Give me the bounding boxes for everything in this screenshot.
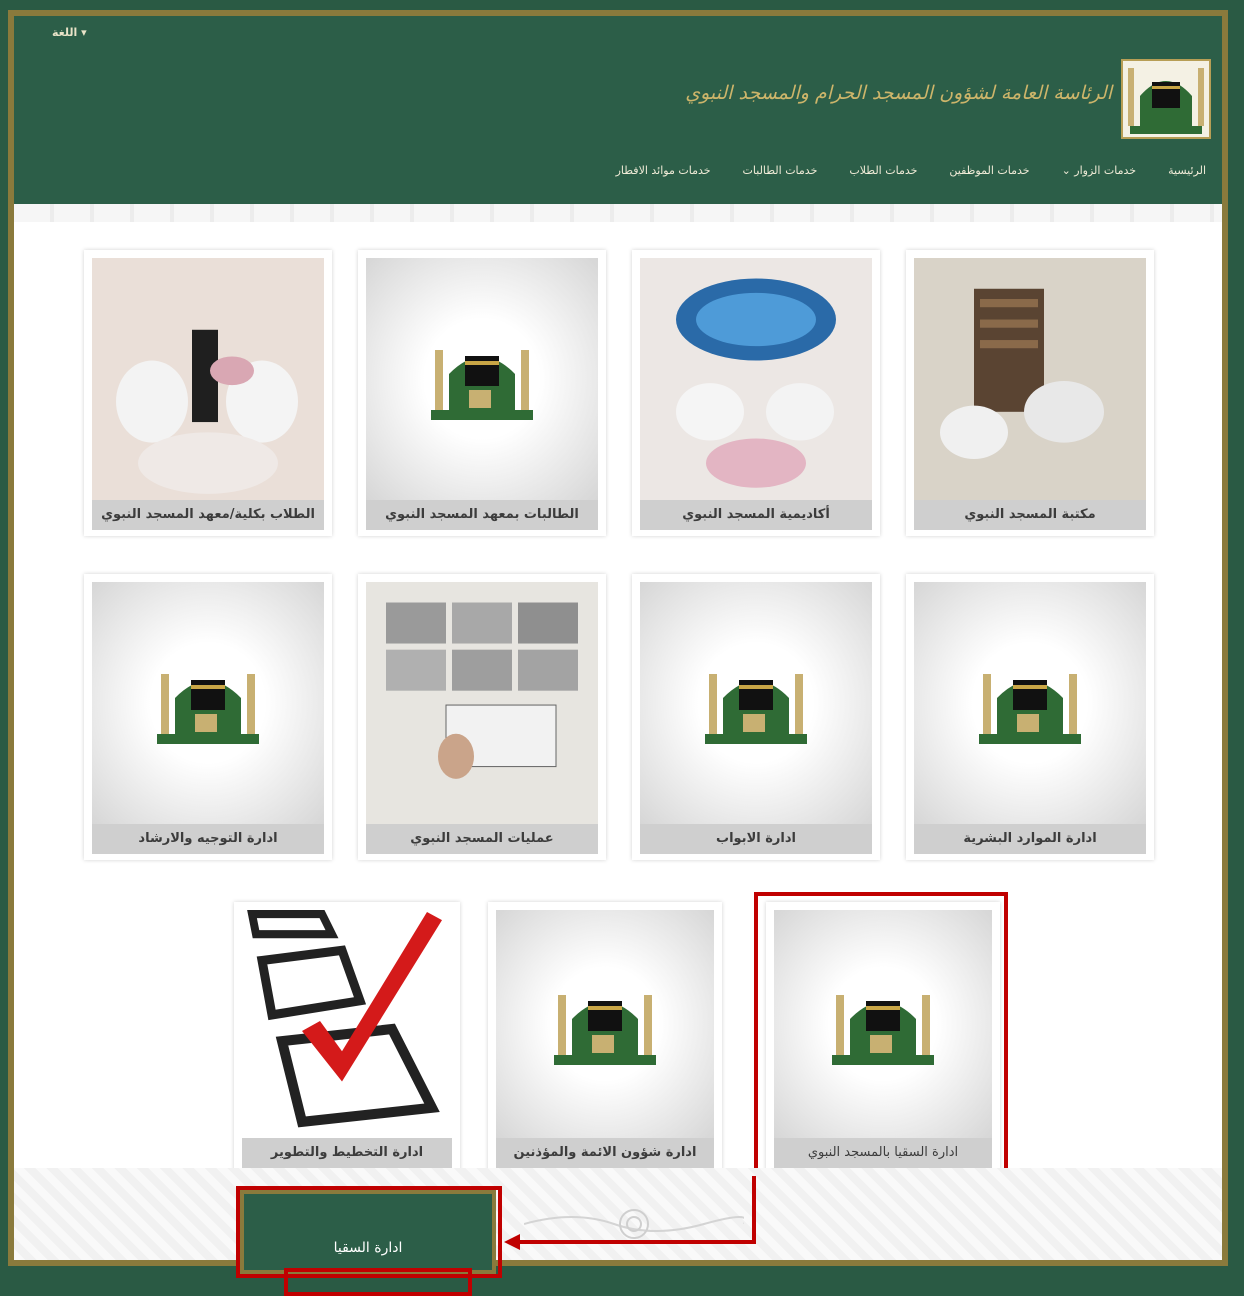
library-photo — [914, 258, 1146, 500]
popup-item-label[interactable]: ادارة السقيا — [244, 1240, 492, 1256]
card-male-students-college[interactable]: الطلاب بكلية/معهد المسجد النبوي — [84, 250, 332, 536]
card-caption: الطلاب بكلية/معهد المسجد النبوي — [92, 500, 324, 530]
card-caption: ادارة الموارد البشرية — [914, 824, 1146, 854]
site-header: اللغة ▾ الرئاسة العامة لشؤون المسجد الحر… — [14, 16, 1222, 204]
card-image — [640, 258, 872, 500]
popup-item-highlight — [284, 1268, 472, 1296]
nav-student-services[interactable]: خدمات الطلاب — [849, 164, 917, 192]
nav-employee-services[interactable]: خدمات الموظفين — [949, 164, 1029, 192]
presidency-emblem-icon[interactable] — [1118, 56, 1214, 142]
control-room-photo — [366, 582, 598, 824]
card-image — [914, 258, 1146, 500]
card-caption: ادارة الابواب — [640, 824, 872, 854]
academy-photo — [640, 258, 872, 500]
presidency-emblem-icon — [705, 674, 807, 744]
students-photo — [92, 258, 324, 500]
card-caption: ادارة شؤون الائمة والمؤذنين — [496, 1138, 714, 1168]
presidency-emblem-icon — [157, 674, 259, 744]
main-nav: الرئيسية خدمات الزوار ⌄ خدمات الموظفين خ… — [14, 164, 1222, 192]
nav-home[interactable]: الرئيسية — [1168, 164, 1206, 192]
nav-female-student-services[interactable]: خدمات الطالبات — [743, 164, 818, 192]
card-imams-muezzins[interactable]: ادارة شؤون الائمة والمؤذنين — [488, 902, 722, 1174]
card-image — [242, 910, 452, 1138]
card-caption: ادارة التوجيه والارشاد — [92, 824, 324, 854]
ornament-divider-icon — [524, 1209, 744, 1239]
card-caption: عمليات المسجد النبوي — [366, 824, 598, 854]
card-caption: الطالبات بمعهد المسجد النبوي — [366, 500, 598, 530]
nav-iftar-services[interactable]: خدمات موائد الافطار — [616, 164, 711, 192]
card-image — [496, 910, 714, 1138]
card-operations[interactable]: عمليات المسجد النبوي — [358, 574, 606, 860]
checklist-icon — [242, 910, 452, 1138]
highlight-box — [754, 892, 1008, 1182]
card-guidance[interactable]: ادارة التوجيه والارشاد — [84, 574, 332, 860]
language-menu[interactable]: اللغة ▾ — [52, 26, 87, 39]
header-pattern-strip — [14, 204, 1222, 222]
presidency-emblem-icon — [554, 995, 656, 1065]
card-image — [92, 258, 324, 500]
card-human-resources[interactable]: ادارة الموارد البشرية — [906, 574, 1154, 860]
nav-visitor-services[interactable]: خدمات الزوار ⌄ — [1062, 164, 1137, 192]
card-caption: مكتبة المسجد النبوي — [914, 500, 1146, 530]
card-doors[interactable]: ادارة الابواب — [632, 574, 880, 860]
card-image — [914, 582, 1146, 824]
card-caption: أكاديمية المسجد النبوي — [640, 500, 872, 530]
card-library[interactable]: مكتبة المسجد النبوي — [906, 250, 1154, 536]
page-frame: اللغة ▾ الرئاسة العامة لشؤون المسجد الحر… — [8, 10, 1228, 1266]
presidency-emblem-icon — [431, 350, 533, 420]
card-planning[interactable]: ادارة التخطيط والتطوير — [234, 902, 460, 1174]
dropdown-popup[interactable]: ادارة السقيا — [240, 1190, 496, 1296]
site-logo-text: الرئاسة العامة لشؤون المسجد الحرام والمس… — [685, 82, 1112, 104]
card-academy[interactable]: أكاديمية المسجد النبوي — [632, 250, 880, 536]
card-image — [366, 582, 598, 824]
card-female-students-institute[interactable]: الطالبات بمعهد المسجد النبوي — [358, 250, 606, 536]
card-image — [640, 582, 872, 824]
card-image — [366, 258, 598, 500]
card-caption: ادارة التخطيط والتطوير — [242, 1138, 452, 1168]
presidency-emblem-icon — [979, 674, 1081, 744]
card-image — [92, 582, 324, 824]
